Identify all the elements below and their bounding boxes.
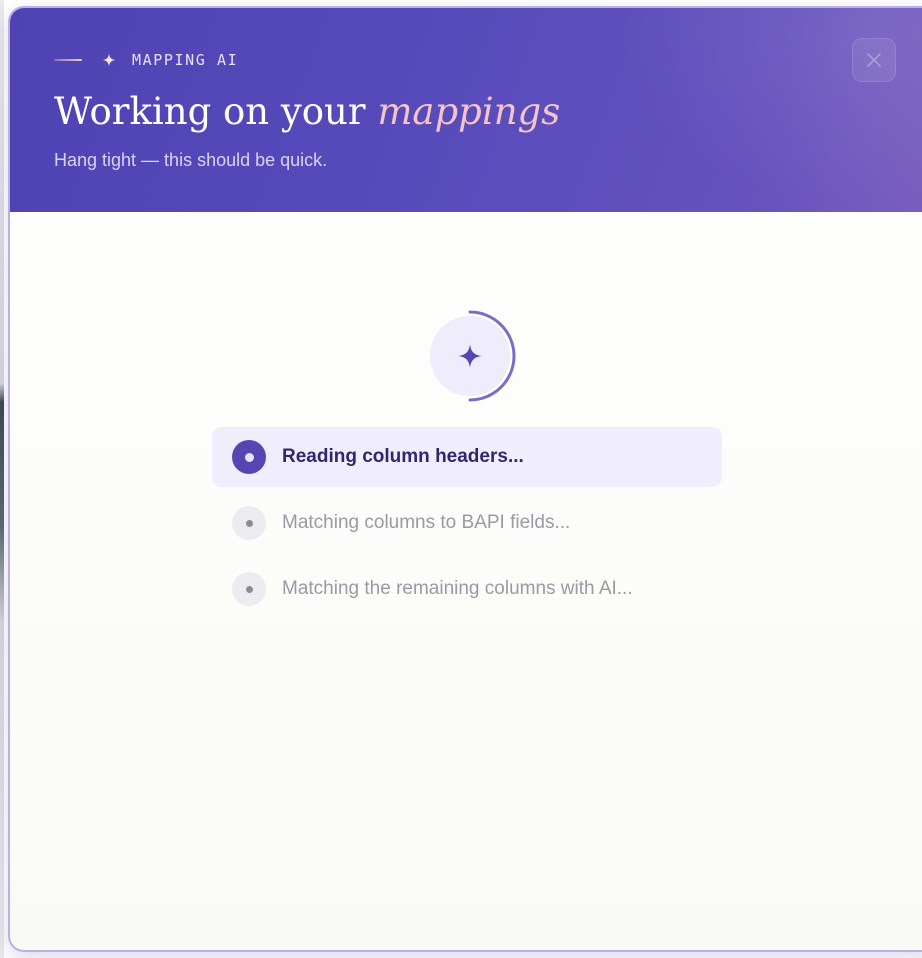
step-label: Matching the remaining columns with AI..…: [282, 578, 633, 599]
step-status-dot: [245, 585, 253, 593]
step-status-dot: [245, 519, 253, 527]
eyebrow-line: [54, 59, 82, 61]
progress-steps: Reading column headers... Matching colum…: [212, 427, 722, 625]
step-label: Matching columns to BAPI fields...: [282, 512, 571, 533]
dialog-title: Working on your mappings: [54, 88, 560, 136]
close-button[interactable]: [852, 38, 896, 82]
eyebrow-label: MAPPING AI: [132, 51, 239, 69]
sparkle-icon: [102, 53, 116, 67]
step-label: Reading column headers...: [282, 446, 524, 467]
dialog-header: MAPPING AI Working on your mappings Hang…: [10, 8, 922, 212]
step-status-indicator: [232, 440, 266, 474]
eyebrow: MAPPING AI: [54, 50, 238, 70]
close-icon: [867, 53, 881, 67]
spinner-ring: [468, 310, 516, 402]
background-window-edge: [0, 0, 4, 958]
loading-spinner: [424, 310, 516, 402]
step-status-indicator: [232, 572, 266, 606]
step-item-matching-ai: Matching the remaining columns with AI..…: [212, 559, 722, 619]
dialog-title-prefix: Working on your: [54, 90, 378, 133]
step-status-dot: [244, 452, 254, 462]
step-item-reading-headers: Reading column headers...: [212, 427, 722, 487]
dialog-title-accent: mappings: [377, 90, 561, 133]
step-item-matching-bapi: Matching columns to BAPI fields...: [212, 493, 722, 553]
mapping-ai-dialog: MAPPING AI Working on your mappings Hang…: [8, 6, 922, 952]
dialog-subtitle: Hang tight — this should be quick.: [54, 150, 328, 170]
step-status-indicator: [232, 506, 266, 540]
